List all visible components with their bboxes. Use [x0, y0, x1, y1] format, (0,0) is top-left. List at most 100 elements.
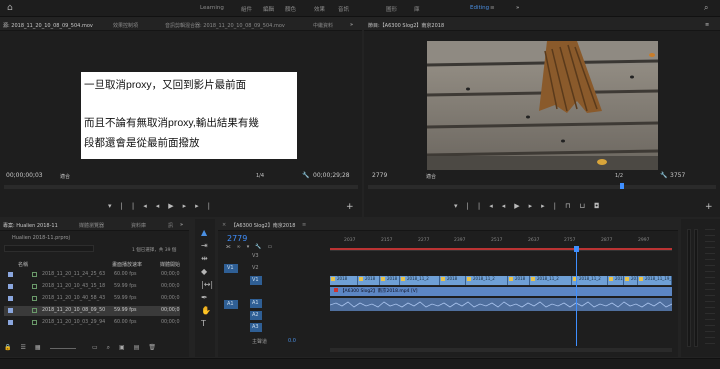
step-fwd-icon[interactable]: ▸ — [183, 202, 196, 210]
p-mark-out-icon[interactable]: | — [467, 202, 478, 210]
project-search-input[interactable] — [4, 245, 94, 252]
v1-clip[interactable]: 2018 — [440, 276, 466, 285]
track-a2-label[interactable]: A2 — [250, 311, 262, 320]
tab-source[interactable]: 源: 2018_11_20_10_08_09_504.mov — [3, 22, 93, 29]
v1-clip[interactable]: 2018_11_2 — [530, 276, 572, 285]
workspace-menu-icon[interactable]: ≡ — [490, 5, 495, 11]
p-lift-icon[interactable]: ⊓ — [565, 202, 579, 210]
source-fit-select[interactable]: 適合 — [60, 173, 70, 180]
program-timecode[interactable]: 2779 — [372, 172, 387, 179]
col-fps[interactable]: 畫面播放速率 — [112, 261, 142, 268]
new-bin-icon[interactable]: ▭ — [92, 344, 107, 351]
wrench-tl-icon[interactable]: 🔧 — [255, 244, 267, 250]
wrench-icon[interactable]: 🔧 — [302, 172, 309, 179]
new-item-icon[interactable]: ▤ — [134, 344, 149, 351]
workspace-graphics[interactable]: 圖形 — [386, 5, 397, 13]
mark-out-icon[interactable]: | — [121, 202, 132, 210]
icon-view-icon[interactable]: ▦ — [35, 344, 50, 351]
marker-icon[interactable]: ▾ — [247, 244, 256, 250]
tab-libraries[interactable]: 資料庫 — [131, 222, 146, 229]
program-add-icon[interactable]: + — [705, 202, 713, 212]
timeline-h-scroll[interactable] — [330, 348, 672, 352]
table-row[interactable]: 2018_11_20_10_43_15_18 59.99 fps 00;00;0 — [4, 282, 180, 292]
workspace-audio[interactable]: 音訊 — [338, 5, 349, 13]
timeline-close-icon[interactable]: × — [222, 222, 226, 228]
v1-clip[interactable]: 2018_11_2 — [400, 276, 440, 285]
col-start[interactable]: 媒體開始 — [160, 261, 180, 268]
caption-icon[interactable]: ▭ — [267, 244, 278, 250]
program-playhead-marker[interactable] — [620, 183, 624, 189]
source-scrubber[interactable] — [4, 185, 358, 189]
slip-icon[interactable]: |↔| — [201, 280, 213, 289]
workspace-editing-zh[interactable]: 編輯 — [263, 5, 274, 13]
linked-icon[interactable]: ∞ — [237, 244, 247, 250]
source-v1-patch[interactable]: V1 — [224, 264, 238, 273]
snap-icon[interactable]: ⫘ — [226, 244, 237, 250]
workspace-editing[interactable]: Editing — [470, 5, 489, 11]
v1-clip[interactable]: 2018_11_19_1 — [638, 276, 672, 285]
time-ruler[interactable]: 2037 2157 2277 2397 2517 2637 2757 2877 … — [330, 233, 672, 251]
track-v1-label[interactable]: V1 — [250, 276, 262, 285]
v1-clip[interactable]: 2018 — [358, 276, 380, 285]
v1-clip[interactable]: 2018 — [380, 276, 400, 285]
program-menu-icon[interactable]: ≡ — [705, 22, 709, 28]
program-wrench-icon[interactable]: 🔧 — [660, 172, 667, 179]
v1-clip[interactable]: 2018 — [608, 276, 624, 285]
tab-sequence[interactable]: 【A6300 Slog2】南京2018 — [231, 222, 295, 229]
tab-audio-clip-mixer[interactable]: 音訊剪輯混合器: 2018_11_20_10_08_09_504.mov — [165, 22, 285, 29]
playhead-line[interactable] — [576, 252, 577, 346]
workspace-library[interactable]: 庫 — [414, 5, 420, 13]
trash-icon[interactable]: 🗑 — [148, 344, 165, 351]
step-back-icon[interactable]: ◂ — [156, 202, 169, 210]
track-v2-label[interactable]: V2 — [252, 265, 259, 271]
p-mark-in-icon[interactable]: ▾ — [454, 202, 467, 210]
master-value[interactable]: 0.0 — [288, 338, 296, 344]
v2-clip[interactable]: 【A6300 Slog2】南京2018.mp4 [V] — [330, 287, 672, 296]
mark-in-icon[interactable]: ▾ — [108, 202, 121, 210]
table-row-selected[interactable]: 2018_11_20_10_08_09_50 59.99 fps 00;00;0 — [4, 306, 180, 316]
col-name[interactable]: 名稱 — [18, 261, 28, 268]
v1-clip[interactable]: 2018 — [330, 276, 358, 285]
table-row[interactable]: 2018_11_20_10_03_29_94 60.00 fps 00;00;0 — [4, 318, 180, 328]
a1-audio-clip[interactable] — [330, 298, 672, 311]
panel-more-icon[interactable]: » — [350, 22, 353, 28]
workspace-assembly[interactable]: 組件 — [241, 5, 252, 13]
workspace-learning[interactable]: Learning — [200, 5, 224, 11]
list-view-icon[interactable]: ☰ — [20, 344, 34, 351]
table-row[interactable]: 2018_11_20_11_24_25_63 60.00 fps 00;00;0 — [4, 270, 180, 280]
ripple-edit-icon[interactable]: ⇹ — [201, 254, 208, 263]
track-a3-label[interactable]: A3 — [250, 323, 262, 332]
source-resolution-select[interactable]: 1/4 — [256, 173, 264, 179]
p-play-icon[interactable]: ▶ — [514, 202, 528, 210]
source-add-icon[interactable]: + — [346, 202, 354, 212]
table-row[interactable]: 2018_11_20_10_40_58_43 59.99 fps 00;00;0 — [4, 294, 180, 304]
v1-clip[interactable]: 2018 — [508, 276, 530, 285]
program-scrubber[interactable] — [368, 185, 716, 189]
new-folder-icon[interactable]: ▣ — [119, 344, 134, 351]
tab-program[interactable]: 節目:【A6300 Slog2】南京2018 — [368, 22, 444, 29]
tab-project[interactable]: 專案: Hualien 2018-11 — [3, 222, 58, 229]
search-icon[interactable]: ⌕ — [704, 3, 708, 13]
home-icon[interactable]: ⌂ — [7, 3, 13, 13]
project-more-icon[interactable]: » — [180, 222, 183, 228]
go-out-icon[interactable]: ▸| — [195, 202, 219, 210]
track-select-icon[interactable]: ⇥ — [201, 241, 208, 250]
search-bin-icon[interactable]: ⌕ — [107, 344, 119, 351]
tab-effect-controls[interactable]: 效果控制項 — [113, 22, 138, 29]
track-a1-label[interactable]: A1 — [250, 299, 262, 308]
selection-tool-icon[interactable]: ▲ — [201, 228, 207, 237]
source-a1-patch[interactable]: A1 — [224, 300, 238, 309]
type-icon[interactable]: T — [201, 319, 206, 328]
timeline-timecode[interactable]: 2779 — [227, 234, 247, 243]
track-v3-label[interactable]: V3 — [252, 253, 259, 259]
go-in-icon[interactable]: |◂ — [132, 202, 156, 210]
program-resolution-select[interactable]: 1/2 — [615, 173, 623, 179]
tab-info[interactable]: 訊 — [168, 222, 173, 229]
p-go-in-icon[interactable]: |◂ — [478, 202, 502, 210]
pen-icon[interactable]: ✒ — [201, 293, 208, 302]
p-step-back-icon[interactable]: ◂ — [502, 202, 515, 210]
v1-clip[interactable]: 2018 — [624, 276, 638, 285]
p-extract-icon[interactable]: ⊔ — [580, 202, 594, 210]
tab-metadata[interactable]: 中繼資料 — [313, 22, 333, 29]
play-icon[interactable]: ▶ — [168, 202, 182, 210]
